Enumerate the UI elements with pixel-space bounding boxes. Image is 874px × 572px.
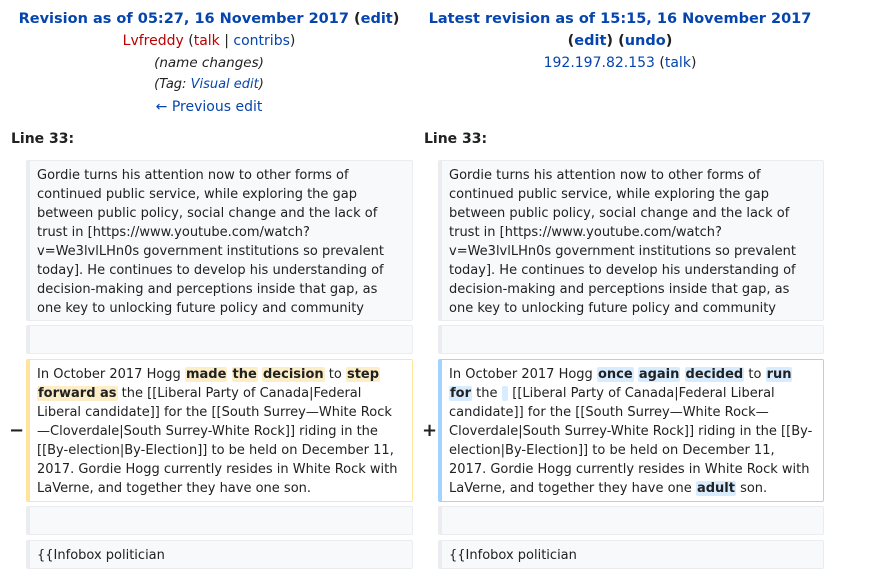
right-infobox-cell: {{Infobox politician bbox=[438, 540, 824, 569]
deleted-word: forward as bbox=[37, 386, 118, 401]
left-revision-title-line: Revision as of 05:27, 16 November 2017 (… bbox=[18, 11, 400, 27]
undo-link[interactable]: undo bbox=[625, 33, 666, 49]
deleted-text-part: to bbox=[324, 367, 346, 382]
right-talk-link[interactable]: talk bbox=[665, 55, 691, 71]
left-revision-header: Revision as of 05:27, 16 November 2017 (… bbox=[0, 8, 418, 118]
right-edit-link[interactable]: edit bbox=[574, 33, 606, 49]
right-user-line: 192.197.82.153 (talk) bbox=[543, 55, 697, 71]
left-talk-link[interactable]: talk bbox=[194, 33, 220, 49]
added-word: decided bbox=[684, 367, 745, 382]
previous-edit-line: ← Previous edit bbox=[0, 96, 418, 118]
deleted-line-marker: − bbox=[9, 420, 25, 441]
right-empty-context-cell bbox=[438, 325, 824, 354]
right-revision-link[interactable]: Latest revision as of 15:15, 16 November… bbox=[429, 11, 812, 27]
right-context-cell: Gordie turns his attention now to other … bbox=[438, 160, 824, 321]
right-revision-title-line: Latest revision as of 15:15, 16 November… bbox=[414, 8, 826, 30]
tag-prefix: (Tag: bbox=[154, 77, 191, 92]
left-revision-link[interactable]: Revision as of 05:27, 16 November 2017 bbox=[19, 11, 349, 27]
left-empty-context-cell bbox=[26, 325, 413, 354]
added-word: once bbox=[596, 367, 634, 382]
added-text-part: [[Liberal Party of Canada|Federal Libera… bbox=[449, 386, 813, 496]
right-infobox-text: {{Infobox politician bbox=[449, 548, 577, 563]
added-line-text: In October 2017 Hogg once again decided … bbox=[449, 365, 815, 498]
left-context-text: Gordie turns his attention now to other … bbox=[37, 168, 384, 316]
added-line-cell: In October 2017 Hogg once again decided … bbox=[438, 359, 824, 502]
added-text-part: In October 2017 Hogg bbox=[449, 367, 597, 382]
deleted-word: made bbox=[184, 367, 228, 382]
right-empty-context-cell-2 bbox=[438, 506, 824, 535]
deleted-word: step bbox=[345, 367, 381, 382]
right-actions-line: (edit) (undo) bbox=[567, 33, 673, 49]
left-context-cell: Gordie turns his attention now to other … bbox=[26, 160, 413, 321]
left-infobox-cell: {{Infobox politician bbox=[26, 540, 413, 569]
left-edit-summary: (name changes) bbox=[154, 55, 264, 71]
right-line-number: Line 33: bbox=[424, 131, 488, 147]
left-infobox-text: {{Infobox politician bbox=[37, 548, 165, 563]
added-word: for bbox=[449, 386, 472, 401]
deleted-text-part: the [[Liberal Party of Canada|Federal Li… bbox=[37, 386, 398, 496]
added-text-part: the bbox=[472, 386, 502, 401]
deleted-word: decision bbox=[261, 367, 325, 382]
left-tag-line: (Tag: Visual edit) bbox=[0, 74, 418, 96]
added-word: run bbox=[765, 367, 793, 382]
deleted-line-cell: In October 2017 Hogg made the decision t… bbox=[26, 359, 413, 502]
left-contribs-link[interactable]: contribs bbox=[233, 33, 289, 49]
right-revision-header: Latest revision as of 15:15, 16 November… bbox=[414, 8, 826, 74]
left-line-number: Line 33: bbox=[11, 131, 75, 147]
deleted-line-text: In October 2017 Hogg made the decision t… bbox=[37, 365, 404, 498]
left-edit-link[interactable]: edit bbox=[361, 11, 393, 27]
left-empty-context-cell-2 bbox=[26, 506, 413, 535]
right-user-link[interactable]: 192.197.82.153 bbox=[544, 55, 655, 71]
added-text-part: to bbox=[744, 367, 766, 382]
right-context-text: Gordie turns his attention now to other … bbox=[449, 168, 796, 316]
left-user-link[interactable]: Lvfreddy bbox=[123, 33, 184, 49]
added-text-part: son. bbox=[735, 481, 768, 496]
previous-edit-link[interactable]: ← Previous edit bbox=[156, 99, 263, 115]
added-line-marker: + bbox=[422, 420, 438, 441]
left-user-line: Lvfreddy (talk | contribs) bbox=[122, 33, 296, 49]
added-word: again bbox=[637, 367, 681, 382]
added-word: adult bbox=[695, 481, 736, 496]
deleted-text-part: In October 2017 Hogg bbox=[37, 367, 185, 382]
visual-edit-tag-link[interactable]: Visual edit bbox=[191, 77, 259, 92]
deleted-word: the bbox=[231, 367, 258, 382]
tag-suffix: ) bbox=[258, 77, 264, 92]
